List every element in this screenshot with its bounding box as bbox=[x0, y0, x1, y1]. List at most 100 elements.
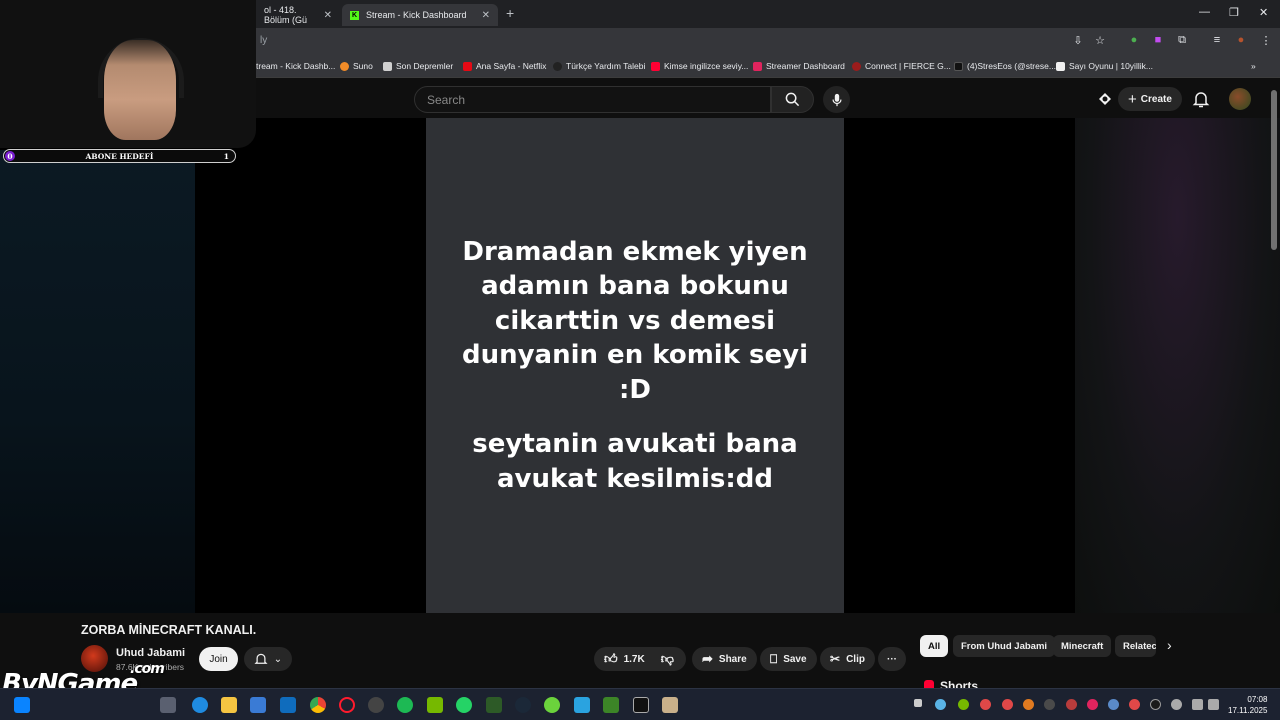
app-icon[interactable] bbox=[160, 697, 176, 713]
extension-icon[interactable]: ● bbox=[1127, 34, 1141, 48]
bookmark-item[interactable]: Streamer Dashboard bbox=[753, 61, 845, 71]
close-icon[interactable]: ✕ bbox=[482, 10, 490, 21]
extensions-puzzle-icon[interactable]: ⧉ bbox=[1175, 34, 1189, 48]
tray-icon[interactable] bbox=[1044, 699, 1055, 710]
nvidia-icon[interactable] bbox=[427, 697, 443, 713]
chevron-right-icon[interactable]: › bbox=[1167, 637, 1172, 653]
notifications-bell-icon[interactable] bbox=[1192, 90, 1210, 108]
install-icon[interactable]: ⇩ bbox=[1071, 34, 1085, 48]
spotify-icon[interactable] bbox=[397, 697, 413, 713]
tray-icon[interactable] bbox=[935, 699, 946, 710]
subscription-bell-button[interactable]: ⌄ bbox=[244, 647, 292, 671]
media-icon[interactable]: ≡ bbox=[1210, 34, 1224, 48]
channel-name[interactable]: Uhud Jabami bbox=[116, 647, 185, 659]
app-icon[interactable] bbox=[633, 697, 649, 713]
page-scrollbar[interactable] bbox=[1271, 90, 1277, 250]
bookmark-item[interactable]: tream - Kick Dashb... bbox=[256, 61, 335, 71]
like-button[interactable]: 👍︎ 1.7K 👎︎ bbox=[594, 647, 686, 671]
address-bar[interactable]: ly bbox=[256, 31, 1076, 53]
menu-kebab-icon[interactable]: ⋮ bbox=[1259, 34, 1273, 48]
tab-kick-dashboard[interactable]: K Stream - Kick Dashboard ✕ bbox=[342, 4, 498, 26]
app-icon[interactable] bbox=[544, 697, 560, 713]
create-button[interactable]: + Create bbox=[1118, 87, 1182, 111]
restore-icon[interactable]: ❐ bbox=[1229, 6, 1239, 19]
account-avatar[interactable] bbox=[1229, 88, 1251, 110]
tray-icon[interactable] bbox=[980, 699, 991, 710]
search-input[interactable]: Search bbox=[414, 86, 771, 113]
bookmark-item[interactable]: Son Depremler bbox=[383, 61, 453, 71]
plus-icon: + bbox=[1128, 90, 1137, 108]
join-button[interactable]: Join bbox=[199, 647, 238, 671]
close-icon[interactable]: ✕ bbox=[324, 10, 332, 21]
tray-icon[interactable] bbox=[1087, 699, 1098, 710]
start-icon[interactable] bbox=[14, 697, 30, 713]
profile-icon[interactable]: ● bbox=[1234, 34, 1248, 48]
search-button[interactable] bbox=[771, 86, 814, 113]
tray-icon[interactable] bbox=[1023, 699, 1034, 710]
chip-from-channel[interactable]: From Uhud Jabami bbox=[953, 635, 1056, 657]
bookmark-item[interactable]: Sayı Oyunu | 10yillik... bbox=[1056, 61, 1153, 71]
app-icon[interactable] bbox=[662, 697, 678, 713]
more-horizontal-icon: ··· bbox=[887, 653, 897, 665]
bookmarks-overflow-icon[interactable]: » bbox=[1251, 61, 1256, 71]
app-icon[interactable] bbox=[574, 697, 590, 713]
outlook-icon[interactable] bbox=[280, 697, 296, 713]
save-button[interactable]: ⎕ Save bbox=[760, 647, 817, 671]
extension-icon[interactable]: ■ bbox=[1151, 34, 1165, 48]
volume-icon[interactable] bbox=[1208, 699, 1219, 710]
bookmark-item[interactable]: Connect | FIERCE G... bbox=[852, 61, 951, 71]
page-icon bbox=[553, 61, 562, 71]
goal-target: 1 bbox=[223, 151, 229, 161]
tray-icon[interactable] bbox=[1002, 699, 1013, 710]
minecraft-icon[interactable] bbox=[603, 697, 619, 713]
page-icon bbox=[1056, 61, 1065, 71]
webcam-overlay bbox=[0, 0, 256, 150]
windows-taskbar: 07:08 17.11.2025 bbox=[0, 688, 1280, 720]
bookmark-item[interactable]: Kimse ingilizce seviy... bbox=[651, 61, 748, 71]
tray-icon[interactable] bbox=[1066, 699, 1077, 710]
tab-episode[interactable]: ol - 418. Bölüm (Gü ✕ bbox=[256, 4, 340, 26]
file-explorer-icon[interactable] bbox=[221, 697, 237, 713]
chip-all[interactable]: All bbox=[920, 635, 949, 657]
new-tab-button[interactable]: + bbox=[506, 5, 514, 21]
short-video-frame[interactable]: Dramadan ekmek yiyen adamın bana bokunu … bbox=[426, 118, 844, 613]
clock-time: 07:08 bbox=[1247, 695, 1268, 704]
store-icon[interactable] bbox=[250, 697, 266, 713]
tray-icon[interactable] bbox=[1108, 699, 1119, 710]
studio-icon[interactable] bbox=[1096, 90, 1114, 108]
dislike-icon[interactable]: 👎︎ bbox=[661, 651, 674, 667]
tray-chevron-icon[interactable] bbox=[914, 699, 922, 707]
more-actions-button[interactable]: ··· bbox=[878, 647, 906, 671]
chip-minecraft[interactable]: Minecraft bbox=[1053, 635, 1112, 657]
network-icon[interactable] bbox=[1192, 699, 1203, 710]
app-icon[interactable] bbox=[486, 697, 502, 713]
bookmark-item[interactable]: (4)StresEos (@strese... bbox=[954, 61, 1056, 71]
tray-icon[interactable] bbox=[958, 699, 969, 710]
ambient-glow-right bbox=[1075, 118, 1280, 613]
bookmark-star-icon[interactable]: ☆ bbox=[1093, 34, 1107, 48]
tray-icon[interactable] bbox=[1150, 699, 1161, 710]
obs-icon[interactable] bbox=[368, 697, 384, 713]
bookmark-item[interactable]: Suno bbox=[340, 61, 373, 71]
tiktok-icon bbox=[954, 61, 963, 71]
clip-button[interactable]: ✂ Clip bbox=[820, 647, 875, 671]
opera-icon[interactable] bbox=[339, 697, 355, 713]
chrome-icon[interactable] bbox=[310, 697, 326, 713]
tab-label: ol - 418. Bölüm (Gü bbox=[264, 5, 308, 25]
close-window-icon[interactable]: ✕ bbox=[1259, 6, 1268, 19]
channel-avatar[interactable] bbox=[81, 645, 108, 672]
scissors-icon: ✂ bbox=[830, 652, 841, 666]
system-clock[interactable]: 07:08 17.11.2025 bbox=[1228, 694, 1267, 716]
minimize-icon[interactable]: — bbox=[1199, 6, 1210, 18]
video-player[interactable]: Dramadan ekmek yiyen adamın bana bokunu … bbox=[0, 118, 1280, 613]
bookmark-item[interactable]: Ana Sayfa - Netflix bbox=[463, 61, 546, 71]
edge-icon[interactable] bbox=[192, 697, 208, 713]
bookmark-item[interactable]: Türkçe Yardım Talebi bbox=[553, 61, 645, 71]
steam-icon[interactable] bbox=[515, 697, 531, 713]
voice-search-button[interactable] bbox=[823, 86, 850, 113]
share-button[interactable]: ➦ Share bbox=[692, 647, 757, 671]
whatsapp-icon[interactable] bbox=[456, 697, 472, 713]
chip-related[interactable]: Relatec bbox=[1115, 635, 1156, 657]
tray-icon[interactable] bbox=[1129, 699, 1140, 710]
microphone-tray-icon[interactable] bbox=[1171, 699, 1182, 710]
